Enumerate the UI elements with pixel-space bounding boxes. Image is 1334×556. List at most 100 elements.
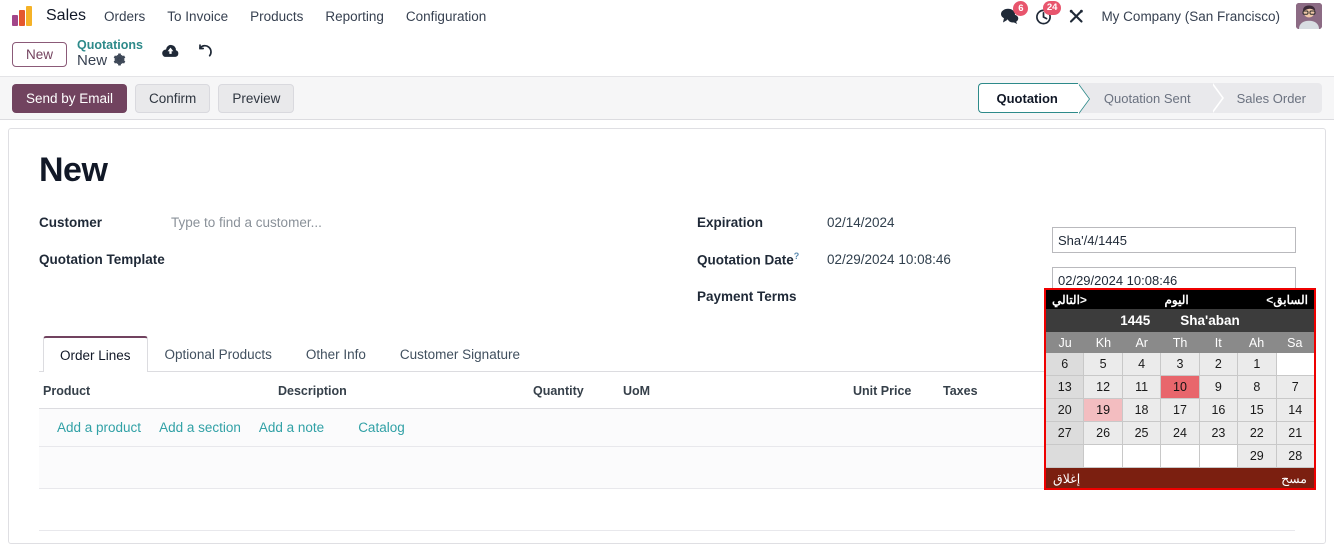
datepicker-week-row: 20 19 18 17 16 15 14 <box>1046 399 1314 422</box>
datepicker-day-15[interactable]: 15 <box>1238 399 1277 422</box>
datepicker-grid: 6 5 4 3 2 1 13 12 11 10 9 8 7 20 19 18 17 16 15 14 27 26 25 24 2… <box>1046 353 1314 468</box>
hijri-datepicker: السابق> اليوم <التالي Sha'aban 1445 Ju K… <box>1044 288 1316 490</box>
tab-optional-products[interactable]: Optional Products <box>148 336 289 372</box>
datepicker-year[interactable]: 1445 <box>1120 313 1150 328</box>
datepicker-day-empty <box>1122 445 1162 468</box>
tab-order-lines[interactable]: Order Lines <box>43 336 148 372</box>
datepicker-day-14[interactable]: 14 <box>1276 399 1314 422</box>
chat-bubbles-icon[interactable]: 6 <box>1000 1 1029 24</box>
datepicker-day-9[interactable]: 9 <box>1199 376 1239 399</box>
avatar[interactable] <box>1296 3 1322 29</box>
breadcrumb-parent-quotations[interactable]: Quotations <box>77 39 143 53</box>
datepicker-day-3[interactable]: 3 <box>1161 353 1200 376</box>
datepicker-week-row: 27 26 25 24 23 22 21 <box>1046 422 1314 445</box>
datepicker-week-row: 29 28 <box>1046 445 1314 468</box>
datepicker-day-26[interactable]: 26 <box>1084 422 1123 445</box>
weekday-th: Th <box>1172 335 1188 350</box>
menu-item-orders[interactable]: Orders <box>104 9 145 24</box>
datepicker-day-10[interactable]: 10 <box>1161 376 1200 399</box>
datepicker-day-29[interactable]: 29 <box>1238 445 1277 468</box>
column-product: Product <box>39 372 274 409</box>
confirm-button[interactable]: Confirm <box>135 83 211 113</box>
datepicker-day-empty <box>1199 445 1239 468</box>
column-uom: UoM <box>619 372 849 409</box>
hijri-date-input[interactable]: Sha'/4/1445 <box>1052 227 1296 253</box>
datepicker-weekday-header: Ju Kh Ar Th It Ah Sa <box>1046 332 1314 353</box>
page-title: New <box>39 151 108 189</box>
datepicker-next-button[interactable]: <التالي <box>1052 293 1087 307</box>
weekday-ju: Ju <box>1058 335 1072 350</box>
stage-quotation[interactable]: Quotation <box>977 83 1091 114</box>
record-actions <box>161 44 213 64</box>
preview-button[interactable]: Preview <box>218 83 295 113</box>
datepicker-day-11[interactable]: 11 <box>1122 376 1162 399</box>
field-quotation-template: Quotation Template <box>39 241 667 278</box>
datepicker-footer: إغلاق مسح <box>1046 468 1314 488</box>
add-a-note-link[interactable]: Add a note <box>259 420 324 435</box>
menu-item-products[interactable]: Products <box>250 9 303 24</box>
datepicker-day-17[interactable]: 17 <box>1161 399 1200 422</box>
tab-customer-signature[interactable]: Customer Signature <box>383 336 537 372</box>
help-icon[interactable]: ? <box>794 251 800 261</box>
send-by-email-button[interactable]: Send by Email <box>12 83 128 113</box>
field-quotation-template-label: Quotation Template <box>39 252 165 267</box>
column-unit-price: Unit Price <box>849 372 939 409</box>
datepicker-day-24[interactable]: 24 <box>1161 422 1200 445</box>
datepicker-close-button[interactable]: إغلاق <box>1053 471 1080 486</box>
datepicker-day-21[interactable]: 21 <box>1276 422 1314 445</box>
stage-sales-order[interactable]: Sales Order <box>1210 83 1322 113</box>
datepicker-day-27[interactable]: 27 <box>1046 422 1085 445</box>
menu-item-configuration[interactable]: Configuration <box>406 9 486 24</box>
company-selector[interactable]: My Company (San Francisco) <box>1101 9 1280 24</box>
messages-counter: 6 <box>1013 1 1029 16</box>
datepicker-day-18[interactable]: 18 <box>1122 399 1162 422</box>
wrench-screwdriver-icon[interactable] <box>1068 8 1085 25</box>
datepicker-day-1[interactable]: 1 <box>1238 353 1277 376</box>
datepicker-month[interactable]: Sha'aban <box>1180 313 1239 328</box>
cloud-upload-icon[interactable] <box>161 44 180 64</box>
menu-item-to-invoice[interactable]: To Invoice <box>167 9 228 24</box>
datepicker-day-6[interactable]: 6 <box>1046 353 1085 376</box>
datepicker-day-22[interactable]: 22 <box>1238 422 1277 445</box>
clock-icon[interactable]: 24 <box>1035 0 1062 25</box>
field-quotation-date-label: Quotation Date? <box>697 251 827 268</box>
datepicker-day-16[interactable]: 16 <box>1199 399 1239 422</box>
datepicker-day-5[interactable]: 5 <box>1084 353 1123 376</box>
breadcrumb-current: New <box>77 51 108 69</box>
datepicker-day-20[interactable]: 20 <box>1046 399 1085 422</box>
datepicker-day-12[interactable]: 12 <box>1084 376 1123 399</box>
empty-cell <box>39 488 1295 531</box>
tab-other-info[interactable]: Other Info <box>289 336 383 372</box>
add-a-product-link[interactable]: Add a product <box>57 420 141 435</box>
customer-input[interactable]: Type to find a customer... <box>171 215 322 230</box>
quotation-date-value[interactable]: 02/29/2024 10:08:46 <box>827 252 951 267</box>
weekday-it: It <box>1214 335 1222 350</box>
breadcrumb-bar: New Quotations New <box>0 32 1334 76</box>
stage-quotation-sent[interactable]: Quotation Sent <box>1077 83 1224 113</box>
expiration-value[interactable]: 02/14/2024 <box>827 215 895 230</box>
new-record-button[interactable]: New <box>12 41 68 67</box>
datepicker-day-28[interactable]: 28 <box>1276 445 1314 468</box>
undo-icon[interactable] <box>196 44 213 64</box>
field-customer: Customer Type to find a customer... <box>39 204 667 241</box>
datepicker-prev-button[interactable]: السابق> <box>1266 293 1308 307</box>
datepicker-today-button[interactable]: اليوم <box>1164 293 1188 307</box>
navbar-systray: 6 24 My Company (San Francisco) <box>1000 0 1326 29</box>
datepicker-day-4[interactable]: 4 <box>1122 353 1162 376</box>
datepicker-day-8[interactable]: 8 <box>1238 376 1277 399</box>
datepicker-day-2[interactable]: 2 <box>1199 353 1239 376</box>
datepicker-day-7[interactable]: 7 <box>1276 376 1314 399</box>
status-pipeline: Quotation Quotation Sent Sales Order <box>977 83 1322 114</box>
datepicker-day-13[interactable]: 13 <box>1046 376 1085 399</box>
menu-item-reporting[interactable]: Reporting <box>325 9 384 24</box>
datepicker-clear-button[interactable]: مسح <box>1281 471 1307 486</box>
odoo-bars-logo[interactable] <box>12 6 38 26</box>
datepicker-day-23[interactable]: 23 <box>1199 422 1239 445</box>
datepicker-day-empty <box>1084 445 1123 468</box>
datepicker-day-19[interactable]: 19 <box>1084 399 1123 422</box>
add-a-section-link[interactable]: Add a section <box>159 420 241 435</box>
app-brand-sales[interactable]: Sales <box>46 7 86 25</box>
gear-icon[interactable] <box>113 53 126 69</box>
datepicker-day-25[interactable]: 25 <box>1122 422 1162 445</box>
catalog-link[interactable]: Catalog <box>358 420 405 435</box>
